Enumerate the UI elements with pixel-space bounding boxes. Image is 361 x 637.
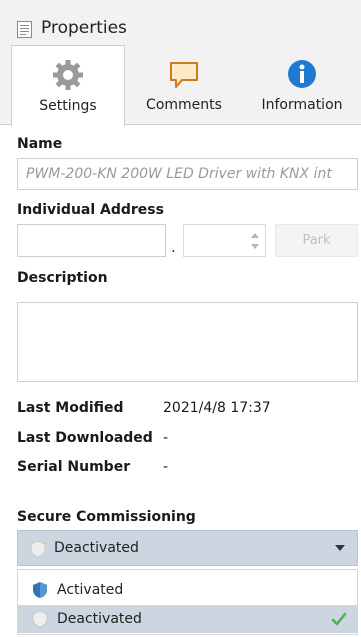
gear-icon <box>53 60 83 90</box>
address-line-field[interactable] <box>17 224 166 257</box>
description-field[interactable] <box>17 302 358 382</box>
tab-label: Comments <box>146 97 222 113</box>
last-modified-label: Last Modified <box>17 400 124 416</box>
shield-active-icon <box>33 582 47 598</box>
address-separator: . <box>171 238 176 256</box>
last-modified-value: 2021/4/8 17:37 <box>163 400 271 416</box>
option-label: Activated <box>57 582 124 598</box>
dropdown-selected-value: Deactivated <box>54 540 139 556</box>
tab-comments[interactable]: Comments <box>127 45 241 125</box>
option-activated[interactable]: Activated <box>18 576 357 604</box>
secure-commissioning-dropdown[interactable]: Deactivated <box>17 530 358 566</box>
chevron-down-icon[interactable] <box>335 545 345 551</box>
info-icon <box>288 60 316 88</box>
panel-header: Properties <box>0 0 361 45</box>
tab-label: Settings <box>39 98 97 114</box>
shield-inactive-icon <box>32 610 48 628</box>
properties-icon <box>17 21 32 38</box>
name-field[interactable]: PWM-200-KN 200W LED Driver with KNX int <box>17 158 358 190</box>
address-device-stepper[interactable] <box>183 224 266 257</box>
individual-address-label: Individual Address <box>17 202 164 218</box>
spinner-arrows-icon[interactable] <box>249 230 261 252</box>
panel-title: Properties <box>41 18 127 38</box>
serial-number-value: - <box>163 459 169 475</box>
tab-information[interactable]: Information <box>245 45 359 125</box>
park-button[interactable]: Park <box>275 224 358 257</box>
secure-commissioning-options: Activated Deactivated <box>17 569 358 635</box>
tab-strip: Settings Comments Information <box>0 45 361 126</box>
option-deactivated[interactable]: Deactivated <box>18 605 357 633</box>
last-downloaded-value: - <box>163 430 169 446</box>
tab-label: Information <box>261 97 343 113</box>
checkmark-icon <box>331 612 347 626</box>
option-label: Deactivated <box>57 611 142 627</box>
comment-icon <box>170 62 198 88</box>
shield-inactive-icon <box>30 540 46 558</box>
serial-number-label: Serial Number <box>17 459 131 475</box>
description-label: Description <box>17 270 108 286</box>
secure-commissioning-label: Secure Commissioning <box>17 509 196 525</box>
name-label: Name <box>17 136 63 152</box>
last-downloaded-label: Last Downloaded <box>17 430 153 446</box>
tab-settings[interactable]: Settings <box>11 45 125 126</box>
